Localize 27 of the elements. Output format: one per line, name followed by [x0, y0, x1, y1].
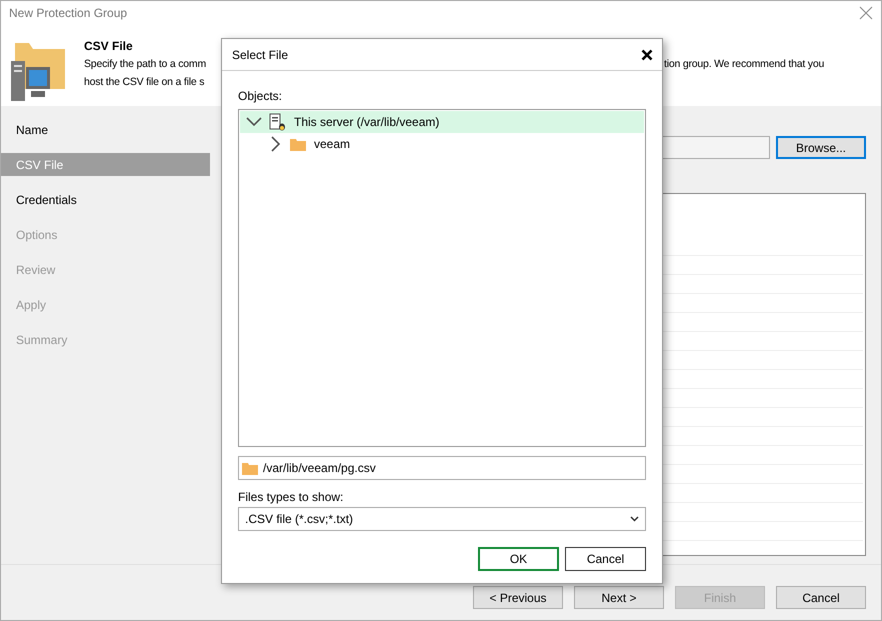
- path-field[interactable]: /var/lib/veeam/pg.csv: [238, 456, 646, 480]
- description-text: host the CSV file on a file s: [84, 75, 204, 90]
- file-type-dropdown[interactable]: .CSV file (*.csv;*.txt): [238, 507, 646, 531]
- tree-item[interactable]: This server (/var/lib/veeam): [240, 111, 644, 133]
- wizard-button[interactable]: < Previous: [473, 586, 563, 609]
- caret-icon: [630, 516, 639, 522]
- tree-item[interactable]: veeam: [240, 133, 644, 155]
- folder-icon: [242, 462, 258, 474]
- close-button[interactable]: [641, 48, 653, 60]
- chevron-right-icon: [271, 136, 281, 152]
- wizard-button[interactable]: Next >: [574, 586, 664, 609]
- dialog-button[interactable]: Cancel: [565, 547, 646, 571]
- dialog-title: Select File: [232, 46, 288, 64]
- chevron-down-icon: [246, 117, 262, 127]
- wizard-step[interactable]: Name: [1, 118, 210, 141]
- dialog-button[interactable]: OK: [478, 547, 559, 571]
- objects-label: Objects:: [238, 88, 284, 105]
- wizard-step[interactable]: Credentials: [1, 188, 210, 211]
- header-title: CSV File: [84, 38, 134, 54]
- window-title: New Protection Group: [9, 5, 128, 22]
- description-text: Specify the path to a comm: [84, 57, 206, 72]
- file-types-label: Files types to show:: [238, 489, 344, 505]
- server-icon: [268, 113, 286, 131]
- browse-button[interactable]: Browse...: [776, 136, 866, 159]
- wizard-button[interactable]: Cancel: [776, 586, 866, 609]
- description-text: tion group. We recommend that you: [664, 57, 824, 72]
- folder-icon: [290, 138, 306, 150]
